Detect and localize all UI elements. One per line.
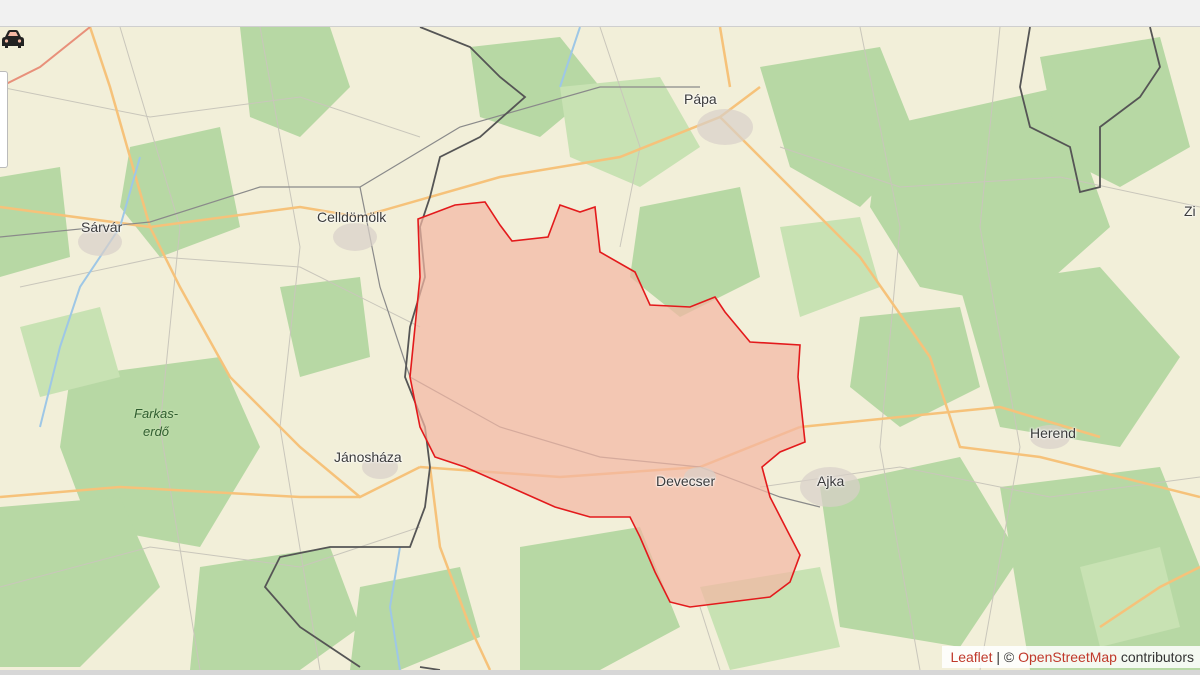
leaflet-link[interactable]: Leaflet (950, 649, 992, 665)
forest-label-farkaserdo: Farkas- erdő (134, 406, 179, 439)
place-label-sarvar: Sárvár (81, 219, 123, 235)
top-toolbar (0, 0, 1200, 27)
place-label-celldomolk: Celldömölk (317, 209, 387, 225)
place-label-herend: Herend (1030, 425, 1076, 441)
map-tiles (0, 27, 1200, 670)
openstreetmap-link[interactable]: OpenStreetMap (1018, 649, 1117, 665)
attribution-separator: | © (992, 649, 1019, 665)
place-label-papa: Pápa (684, 91, 717, 107)
bottom-edge (0, 670, 1200, 675)
attribution-contributors: contributors (1116, 649, 1194, 665)
place-label-devecser: Devecser (656, 473, 716, 489)
zoom-control[interactable] (0, 71, 8, 168)
map-attribution: Leaflet | © OpenStreetMap contributors (942, 646, 1200, 668)
place-label-ajka: Ajka (817, 473, 845, 489)
car-icon[interactable] (0, 27, 26, 51)
place-label-zi: Zi (1184, 203, 1196, 219)
map-viewport[interactable]: Pápa Celldömölk Sárvár Farkas- erdő Jáno… (0, 27, 1200, 670)
place-label-janoshaza: Jánosháza (334, 449, 402, 465)
